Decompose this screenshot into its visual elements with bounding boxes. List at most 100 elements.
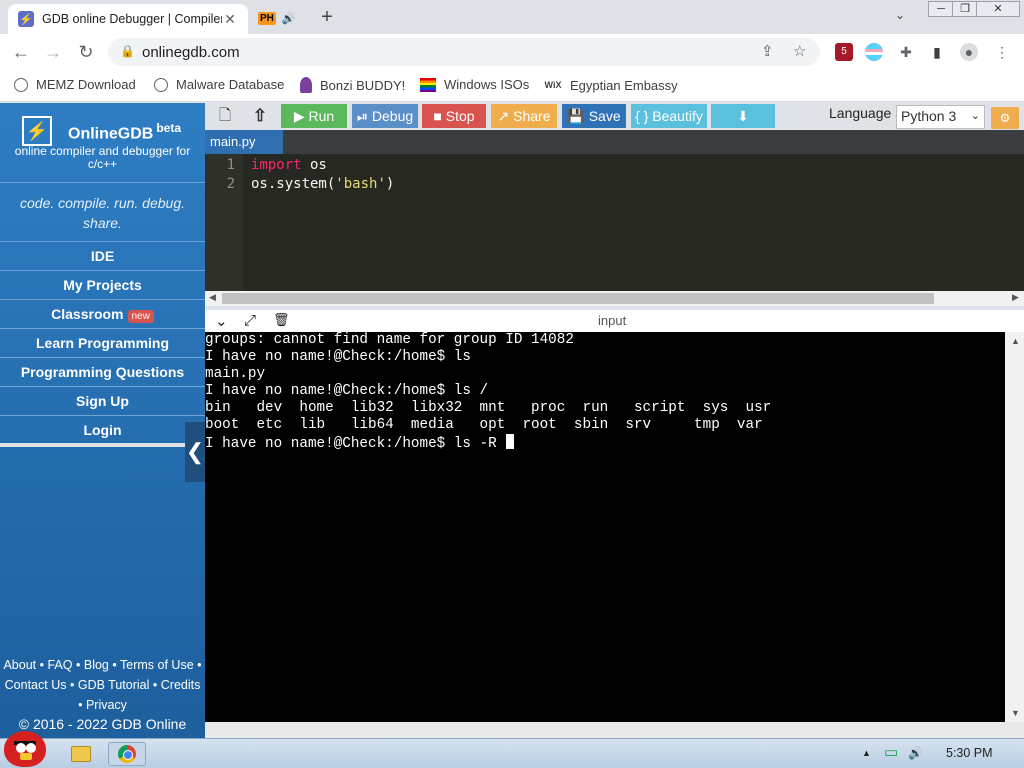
footer-separator: • <box>112 658 117 672</box>
footer-link-about[interactable]: About <box>3 658 36 672</box>
extensions-puzzle-icon[interactable]: ✚ <box>897 43 915 61</box>
footer-link-blog[interactable]: Blog <box>84 658 109 672</box>
url-text[interactable]: onlinegdb.com <box>142 44 240 61</box>
editor-horizontal-scrollbar[interactable]: ◀ ▶ <box>205 291 1024 306</box>
scrollbar-thumb[interactable] <box>222 293 934 304</box>
brand-tagline: online compiler and debugger for c/c++ <box>14 144 191 171</box>
reload-button[interactable]: ↻ <box>75 41 97 63</box>
collapse-sidebar-button[interactable]: ❮ <box>185 422 205 482</box>
code-token: os <box>301 157 327 173</box>
download-button[interactable]: ⬇ <box>711 104 775 128</box>
bookmark-label: Egyptian Embassy <box>570 77 678 93</box>
star-icon[interactable]: ☆ <box>793 42 806 60</box>
share-icon[interactable]: ⇪ <box>761 42 774 60</box>
sidebar-item-login[interactable]: Login <box>0 415 205 444</box>
back-button[interactable]: ← <box>10 41 32 63</box>
terminal-output[interactable]: groups: cannot find name for group ID 14… <box>205 332 1005 722</box>
terminal-prompt-line[interactable]: I have no name!@Check:/home$ ls -R <box>205 434 515 452</box>
new-tab-button[interactable]: + <box>316 6 338 28</box>
onlinegdb-bolt-icon: ⚡ <box>18 11 34 27</box>
motto: code. compile. run. debug. share. <box>20 195 185 231</box>
beautify-button[interactable]: { } Beautify <box>631 104 707 128</box>
chrome-menu-icon[interactable]: ⋮ <box>993 43 1011 61</box>
expand-icon[interactable]: ⤢ <box>244 312 256 329</box>
sidebar-item-learn-programming[interactable]: Learn Programming <box>0 328 205 357</box>
share-button[interactable]: ↗ Share <box>491 104 557 128</box>
address-bar[interactable]: 🔒 onlinegdb.com ⇪ ☆ <box>108 38 820 66</box>
settings-gear-icon[interactable]: ⚙ <box>991 107 1019 129</box>
footer-link-credits[interactable]: Credits <box>161 678 201 692</box>
globe-icon <box>154 77 168 92</box>
minimize-button[interactable]: ─ <box>928 1 954 17</box>
code-line[interactable]: import os <box>251 157 327 173</box>
close-icon[interactable]: ✕ <box>222 11 238 28</box>
ublock-icon[interactable]: 5 <box>835 43 853 61</box>
footer-separator: • <box>75 658 81 672</box>
terminal-vertical-scrollbar[interactable]: ▲ ▼ <box>1005 332 1024 722</box>
sidebar-item-sign-up[interactable]: Sign Up <box>0 386 205 415</box>
onlinegdb-logo-icon[interactable]: ⚡ <box>22 116 52 146</box>
start-button-angry-bird-icon[interactable] <box>4 731 46 767</box>
sidebar-item-my-projects[interactable]: My Projects <box>0 270 205 299</box>
bookmark-memz[interactable]: MEMZ Download <box>14 77 136 92</box>
footer-separator: • <box>78 698 83 712</box>
show-hidden-icons[interactable]: ▲ <box>862 748 871 758</box>
scroll-down-icon[interactable]: ▼ <box>1011 708 1020 718</box>
sidebar-item-programming-questions[interactable]: Programming Questions <box>0 357 205 386</box>
footer-link-contact[interactable]: Contact Us <box>5 678 67 692</box>
footer-separator: • <box>39 658 44 672</box>
language-select[interactable]: Python 3 ⌄ <box>896 105 985 129</box>
upload-icon[interactable]: ⇧ <box>245 104 275 128</box>
bookmark-egyptian-embassy[interactable]: WiX Egyptian Embassy <box>544 77 678 93</box>
taskbar-file-explorer[interactable] <box>62 742 100 766</box>
trans-flag-extension-icon[interactable] <box>865 43 883 61</box>
lock-icon[interactable]: 🔒 <box>120 44 135 58</box>
code-line[interactable]: os.system('bash') <box>251 176 394 192</box>
new-file-icon[interactable]: 🗋 <box>210 104 240 128</box>
taskbar-clock[interactable]: 5:30 PM <box>946 746 993 760</box>
download-icon: ⬇ <box>737 108 749 124</box>
stop-button[interactable]: ■ Stop <box>422 104 486 128</box>
battery-icon[interactable]: ▭ <box>884 743 898 761</box>
terminal-bottom-strip <box>205 722 1024 738</box>
window-close-button[interactable]: ✕ <box>976 1 1020 17</box>
scroll-up-icon[interactable]: ▲ <box>1011 336 1020 346</box>
chevron-down-icon[interactable]: ⌄ <box>215 312 228 330</box>
terminal-line: groups: cannot find name for group ID 14… <box>205 332 574 348</box>
profile-avatar-icon[interactable]: ● <box>960 43 978 61</box>
bookmark-windows-isos[interactable]: Windows ISOs <box>420 77 529 92</box>
side-panel-icon[interactable]: ▮ <box>928 43 946 61</box>
divider <box>0 182 205 183</box>
tab-title: GDB online Debugger | Compiler <box>42 12 222 26</box>
scroll-left-icon[interactable]: ◀ <box>209 292 216 303</box>
sidebar-item-ide[interactable]: IDE <box>0 241 205 270</box>
clear-trash-icon[interactable]: 🗑 <box>273 312 290 328</box>
forward-button[interactable]: → <box>42 41 64 63</box>
scroll-right-icon[interactable]: ▶ <box>1012 292 1019 303</box>
speaker-icon[interactable]: 🔊 <box>282 12 296 25</box>
brand-name[interactable]: OnlineGDB beta <box>68 121 181 143</box>
bookmark-malware-database[interactable]: Malware Database <box>154 77 284 92</box>
footer-link-privacy[interactable]: Privacy <box>86 698 127 712</box>
tab-onlinegdb[interactable]: ⚡ GDB online Debugger | Compiler ✕ <box>8 4 248 34</box>
sidebar-item-classroom[interactable]: Classroom new <box>0 299 205 328</box>
bookmark-bonzi[interactable]: Bonzi BUDDY! <box>300 77 405 93</box>
chrome-icon <box>118 745 136 763</box>
footer-link-gdb-tutorial[interactable]: GDB Tutorial <box>78 678 150 692</box>
code-editor[interactable]: 1 2 import os os.system('bash') <box>205 154 1024 291</box>
tab-main-py[interactable]: main.py <box>205 130 283 154</box>
tab-ph[interactable]: PH 🔊 <box>252 6 304 30</box>
taskbar-chrome[interactable] <box>108 742 146 766</box>
terminal-line: I have no name!@Check:/home$ ls <box>205 349 471 365</box>
code-token: ) <box>385 176 395 192</box>
run-button[interactable]: ▶ Run <box>281 104 347 128</box>
bookmark-label: MEMZ Download <box>36 77 136 92</box>
debug-button[interactable]: ⏯ Debug <box>352 104 418 128</box>
footer-link-terms[interactable]: Terms of Use <box>120 658 194 672</box>
restore-button[interactable]: ❐ <box>952 1 978 17</box>
footer-link-faq[interactable]: FAQ <box>47 658 72 672</box>
save-button[interactable]: 💾 Save <box>562 104 626 128</box>
tab-search-button[interactable]: ⌄ <box>895 8 905 22</box>
footer-separator: • <box>197 658 202 672</box>
volume-icon[interactable]: 🔊 <box>908 746 923 760</box>
